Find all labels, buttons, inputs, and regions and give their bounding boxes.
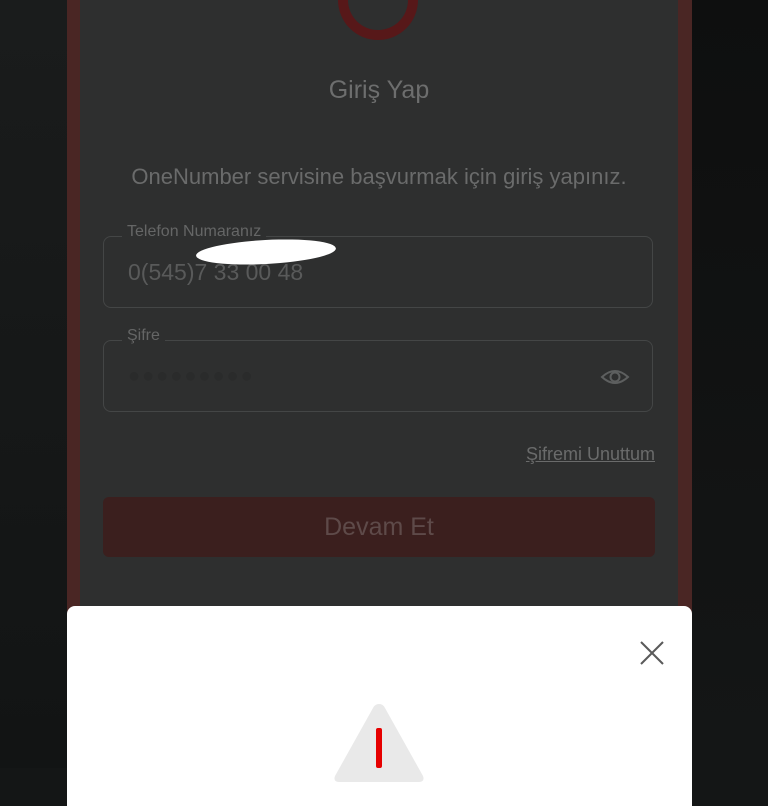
- close-icon[interactable]: [639, 640, 665, 666]
- password-field-label: Şifre: [122, 327, 165, 345]
- page-subtitle: OneNumber servisine başvurmak için giriş…: [131, 164, 627, 189]
- phone-field-label: Telefon Numaranız: [122, 223, 267, 241]
- continue-button[interactable]: Devam Et: [103, 497, 655, 557]
- password-field-value[interactable]: ●●●●●●●●●: [128, 365, 255, 388]
- background-right: [692, 0, 768, 768]
- eye-icon[interactable]: [600, 367, 630, 387]
- page-title: Giriş Yap: [328, 76, 430, 104]
- password-field[interactable]: Şifre ●●●●●●●●●: [103, 327, 653, 412]
- bottom-sheet-modal: [67, 606, 692, 806]
- phone-field[interactable]: Telefon Numaranız 0(545)7 33 00 48: [103, 223, 653, 308]
- background-left: [0, 0, 67, 768]
- forgot-password-link[interactable]: Şifremi Unuttum: [526, 444, 655, 465]
- warning-icon: [333, 702, 425, 782]
